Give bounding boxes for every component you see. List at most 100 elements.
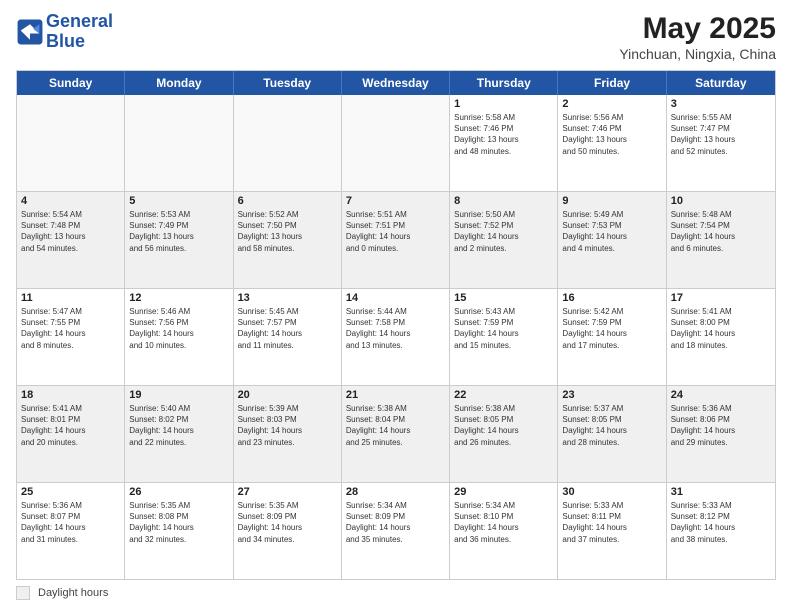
calendar-cell: 12 Sunrise: 5:46 AM Sunset: 7:56 PM Dayli… <box>125 289 233 385</box>
day-info: Sunrise: 5:58 AM Sunset: 7:46 PM Dayligh… <box>454 112 553 157</box>
calendar-cell: 26 Sunrise: 5:35 AM Sunset: 8:08 PM Dayli… <box>125 483 233 579</box>
day-number: 13 <box>238 292 337 304</box>
weekday-header: Monday <box>125 71 233 95</box>
day-info: Sunrise: 5:48 AM Sunset: 7:54 PM Dayligh… <box>671 209 771 254</box>
calendar-row: 25Sunrise: 5:36 AM Sunset: 8:07 PM Dayli… <box>17 483 775 579</box>
calendar-cell <box>125 95 233 191</box>
day-number: 2 <box>562 98 661 110</box>
day-number: 27 <box>238 486 337 498</box>
day-number: 1 <box>454 98 553 110</box>
calendar-cell: 20Sunrise: 5:39 AM Sunset: 8:03 PM Dayli… <box>234 386 342 482</box>
calendar-cell: 10 Sunrise: 5:48 AM Sunset: 7:54 PM Dayli… <box>667 192 775 288</box>
calendar-cell: 23Sunrise: 5:37 AM Sunset: 8:05 PM Dayli… <box>558 386 666 482</box>
day-info: Sunrise: 5:53 AM Sunset: 7:49 PM Dayligh… <box>129 209 228 254</box>
day-info: Sunrise: 5:34 AM Sunset: 8:09 PM Dayligh… <box>346 500 445 545</box>
day-number: 10 <box>671 195 771 207</box>
calendar-cell: 14Sunrise: 5:44 AM Sunset: 7:58 PM Dayli… <box>342 289 450 385</box>
day-number: 8 <box>454 195 553 207</box>
day-info: Sunrise: 5:56 AM Sunset: 7:46 PM Dayligh… <box>562 112 661 157</box>
day-info: Sunrise: 5:36 AM Sunset: 8:06 PM Dayligh… <box>671 403 771 448</box>
calendar-cell: 25Sunrise: 5:36 AM Sunset: 8:07 PM Dayli… <box>17 483 125 579</box>
day-info: Sunrise: 5:36 AM Sunset: 8:07 PM Dayligh… <box>21 500 120 545</box>
day-info: Sunrise: 5:34 AM Sunset: 8:10 PM Dayligh… <box>454 500 553 545</box>
calendar-cell: 4 Sunrise: 5:54 AM Sunset: 7:48 PM Daylig… <box>17 192 125 288</box>
day-info: Sunrise: 5:55 AM Sunset: 7:47 PM Dayligh… <box>671 112 771 157</box>
weekday-header: Wednesday <box>342 71 450 95</box>
day-number: 12 <box>129 292 228 304</box>
calendar-cell <box>342 95 450 191</box>
day-number: 7 <box>346 195 445 207</box>
weekday-header: Thursday <box>450 71 558 95</box>
day-number: 28 <box>346 486 445 498</box>
day-number: 4 <box>21 195 120 207</box>
calendar-cell <box>17 95 125 191</box>
day-number: 11 <box>21 292 120 304</box>
calendar-cell: 28 Sunrise: 5:34 AM Sunset: 8:09 PM Dayli… <box>342 483 450 579</box>
day-info: Sunrise: 5:35 AM Sunset: 8:09 PM Dayligh… <box>238 500 337 545</box>
day-info: Sunrise: 5:35 AM Sunset: 8:08 PM Dayligh… <box>129 500 228 545</box>
day-info: Sunrise: 5:52 AM Sunset: 7:50 PM Dayligh… <box>238 209 337 254</box>
calendar-cell: 22Sunrise: 5:38 AM Sunset: 8:05 PM Dayli… <box>450 386 558 482</box>
day-info: Sunrise: 5:41 AM Sunset: 8:00 PM Dayligh… <box>671 306 771 351</box>
calendar-row: 18 Sunrise: 5:41 AM Sunset: 8:01 PM Dayli… <box>17 386 775 483</box>
day-info: Sunrise: 5:45 AM Sunset: 7:57 PM Dayligh… <box>238 306 337 351</box>
weekday-header: Friday <box>558 71 666 95</box>
day-info: Sunrise: 5:46 AM Sunset: 7:56 PM Dayligh… <box>129 306 228 351</box>
legend-label: Daylight hours <box>38 587 108 599</box>
calendar-header: SundayMondayTuesdayWednesdayThursdayFrid… <box>17 71 775 95</box>
main-title: May 2025 <box>619 12 776 46</box>
calendar-cell: 19Sunrise: 5:40 AM Sunset: 8:02 PM Dayli… <box>125 386 233 482</box>
day-number: 23 <box>562 389 661 401</box>
subtitle: Yinchuan, Ningxia, China <box>619 46 776 62</box>
calendar-cell: 7Sunrise: 5:51 AM Sunset: 7:51 PM Daylig… <box>342 192 450 288</box>
calendar-cell <box>234 95 342 191</box>
calendar-cell: 21Sunrise: 5:38 AM Sunset: 8:04 PM Dayli… <box>342 386 450 482</box>
day-info: Sunrise: 5:47 AM Sunset: 7:55 PM Dayligh… <box>21 306 120 351</box>
day-number: 19 <box>129 389 228 401</box>
day-number: 29 <box>454 486 553 498</box>
logo-text: General Blue <box>46 12 113 52</box>
day-number: 26 <box>129 486 228 498</box>
calendar-cell: 17 Sunrise: 5:41 AM Sunset: 8:00 PM Dayli… <box>667 289 775 385</box>
day-info: Sunrise: 5:33 AM Sunset: 8:11 PM Dayligh… <box>562 500 661 545</box>
calendar-cell: 24 Sunrise: 5:36 AM Sunset: 8:06 PM Dayli… <box>667 386 775 482</box>
logo: General Blue <box>16 12 113 52</box>
calendar-cell: 1 Sunrise: 5:58 AM Sunset: 7:46 PM Daylig… <box>450 95 558 191</box>
day-info: Sunrise: 5:54 AM Sunset: 7:48 PM Dayligh… <box>21 209 120 254</box>
legend-box <box>16 586 30 600</box>
calendar-cell: 2 Sunrise: 5:56 AM Sunset: 7:46 PM Daylig… <box>558 95 666 191</box>
logo-icon <box>16 18 44 46</box>
day-number: 3 <box>671 98 771 110</box>
calendar-cell: 9 Sunrise: 5:49 AM Sunset: 7:53 PM Daylig… <box>558 192 666 288</box>
day-number: 15 <box>454 292 553 304</box>
calendar-row: 11 Sunrise: 5:47 AM Sunset: 7:55 PM Dayli… <box>17 289 775 386</box>
calendar-row: 1 Sunrise: 5:58 AM Sunset: 7:46 PM Daylig… <box>17 95 775 192</box>
calendar-cell: 8Sunrise: 5:50 AM Sunset: 7:52 PM Daylig… <box>450 192 558 288</box>
day-number: 17 <box>671 292 771 304</box>
day-number: 21 <box>346 389 445 401</box>
day-info: Sunrise: 5:43 AM Sunset: 7:59 PM Dayligh… <box>454 306 553 351</box>
day-number: 5 <box>129 195 228 207</box>
calendar-row: 4 Sunrise: 5:54 AM Sunset: 7:48 PM Daylig… <box>17 192 775 289</box>
calendar-cell: 6 Sunrise: 5:52 AM Sunset: 7:50 PM Daylig… <box>234 192 342 288</box>
page: General Blue May 2025 Yinchuan, Ningxia,… <box>0 0 792 612</box>
day-number: 18 <box>21 389 120 401</box>
day-number: 9 <box>562 195 661 207</box>
calendar-cell: 31Sunrise: 5:33 AM Sunset: 8:12 PM Dayli… <box>667 483 775 579</box>
weekday-header: Tuesday <box>234 71 342 95</box>
day-info: Sunrise: 5:42 AM Sunset: 7:59 PM Dayligh… <box>562 306 661 351</box>
day-number: 6 <box>238 195 337 207</box>
calendar-cell: 11 Sunrise: 5:47 AM Sunset: 7:55 PM Dayli… <box>17 289 125 385</box>
day-info: Sunrise: 5:41 AM Sunset: 8:01 PM Dayligh… <box>21 403 120 448</box>
day-number: 22 <box>454 389 553 401</box>
legend: Daylight hours <box>16 586 776 600</box>
day-number: 31 <box>671 486 771 498</box>
header: General Blue May 2025 Yinchuan, Ningxia,… <box>16 12 776 62</box>
day-info: Sunrise: 5:49 AM Sunset: 7:53 PM Dayligh… <box>562 209 661 254</box>
day-number: 16 <box>562 292 661 304</box>
day-number: 14 <box>346 292 445 304</box>
day-number: 24 <box>671 389 771 401</box>
calendar-body: 1 Sunrise: 5:58 AM Sunset: 7:46 PM Daylig… <box>17 95 775 579</box>
calendar-cell: 18 Sunrise: 5:41 AM Sunset: 8:01 PM Dayli… <box>17 386 125 482</box>
title-block: May 2025 Yinchuan, Ningxia, China <box>619 12 776 62</box>
